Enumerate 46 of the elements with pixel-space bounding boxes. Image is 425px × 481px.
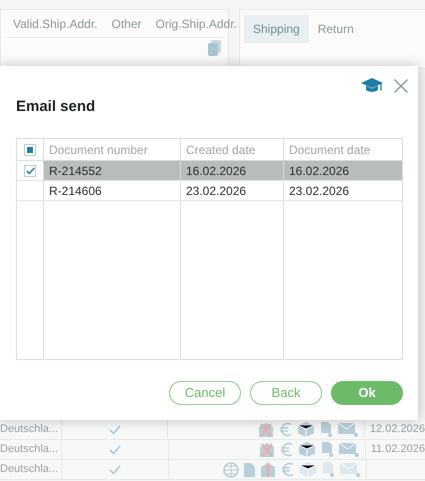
package-icon [298, 442, 315, 457]
crossed-box-icon [258, 422, 274, 437]
dialog-title: Email send [16, 97, 96, 117]
table-cell: Deutschla... [0, 460, 62, 479]
tab[interactable]: Other [112, 14, 142, 32]
table-row[interactable]: R-214552 16.02.2026 16.02.2026 [17, 161, 402, 181]
euro-icon [281, 462, 295, 477]
back-button[interactable]: Back [250, 381, 322, 405]
table-cell: R-214606 [44, 181, 181, 200]
select-all-checkbox[interactable] [24, 144, 36, 156]
row-checkbox[interactable] [24, 164, 36, 176]
ok-button[interactable]: Ok [331, 381, 403, 405]
table-cell: 23.02.2026 [181, 181, 284, 200]
table-cell-text: 11.02.2026 [370, 442, 425, 458]
package-icon [298, 422, 314, 437]
check-icon [26, 166, 34, 174]
table-row[interactable]: Deutschla... 11.02.2026 [0, 440, 425, 460]
table-cell-text: 16.02.2026 [288, 162, 350, 180]
column-header[interactable]: Document date [284, 139, 402, 160]
table-row[interactable]: R-214606 23.02.2026 23.02.2026 [17, 181, 402, 201]
partial-mark [27, 146, 33, 152]
table-row[interactable]: Deutschla... 12.02.2026 [0, 420, 425, 440]
crossed-box-icon [258, 442, 275, 457]
table-cell-text: 12.02.2026 [368, 422, 425, 438]
package-icon [300, 462, 316, 477]
close-icon [393, 78, 409, 94]
document-icon [244, 462, 255, 476]
tab[interactable]: Valid.Ship.Addr. [13, 14, 98, 32]
close-button[interactable] [393, 78, 409, 94]
tab[interactable]: Shipping [244, 15, 309, 43]
euro-icon [278, 422, 293, 437]
tab[interactable]: Return [308, 15, 363, 43]
table-cell: 16.02.2026 [181, 161, 284, 180]
graduation-cap-icon[interactable] [361, 78, 383, 94]
table-cell: Deutschla... [0, 440, 62, 459]
column-header[interactable]: Created date [181, 139, 284, 160]
euro-icon [280, 442, 294, 457]
table-cell-text: 23.02.2026 [288, 182, 350, 200]
warning-box-icon [260, 462, 276, 477]
table-row[interactable]: Deutschla... [0, 460, 425, 480]
column-header[interactable]: Document number [44, 139, 181, 160]
globe-icon [223, 462, 239, 478]
document-icon [208, 40, 222, 56]
cancel-button[interactable]: Cancel [169, 381, 241, 405]
tab[interactable]: Orig.Ship.Addr. [156, 14, 237, 32]
table-cell: R-214552 [44, 161, 181, 180]
